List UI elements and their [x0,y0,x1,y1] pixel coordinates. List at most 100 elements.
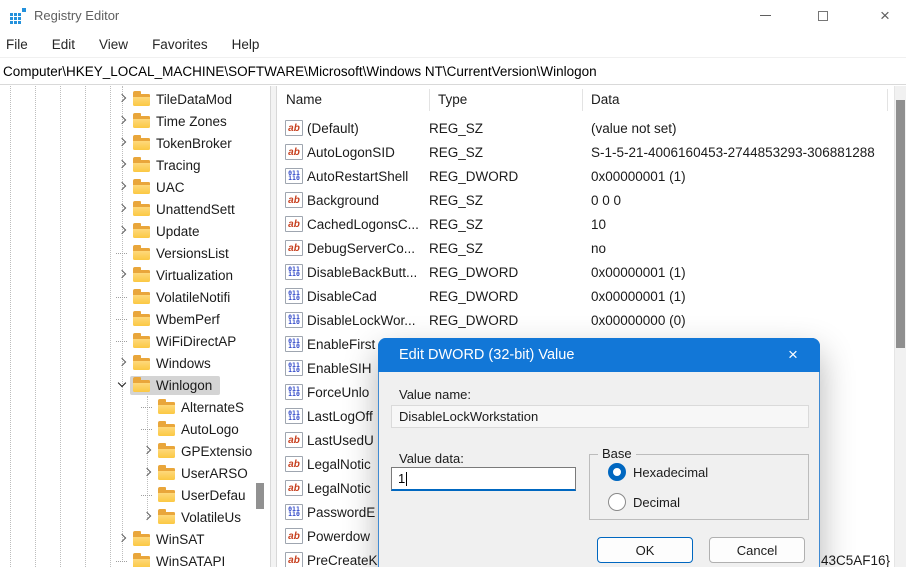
tree-item[interactable]: TokenBroker [116,132,240,154]
registry-value-row[interactable]: ab CachedLogonsC... REG_SZ 10 [277,212,894,236]
value-name-field[interactable]: DisableLockWorkstation [391,405,809,428]
tree-item[interactable]: UserDefau [141,484,254,506]
expand-chevron-icon[interactable] [116,198,130,220]
column-header-type[interactable]: Type [438,92,467,107]
radio-hexadecimal[interactable]: Hexadecimal [608,463,708,481]
expand-chevron-icon[interactable] [116,242,130,264]
tree-item-body[interactable]: TileDataMod [130,90,240,109]
tree-item[interactable]: GPExtensio [141,440,260,462]
expand-chevron-icon[interactable] [116,374,130,396]
expand-chevron-icon[interactable] [116,88,130,110]
registry-value-row[interactable]: ab (Default) REG_SZ (value not set) [277,116,894,140]
expand-chevron-icon[interactable] [141,462,155,484]
column-header-name[interactable]: Name [286,92,322,107]
tree-item[interactable]: WbemPerf [116,308,228,330]
tree-item-body[interactable]: WbemPerf [130,310,228,329]
registry-value-row[interactable]: 011 110 DisableLockWor... REG_DWORD 0x00… [277,308,894,332]
tree-item[interactable]: Virtualization [116,264,241,286]
menu-item-favorites[interactable]: Favorites [150,35,210,54]
expand-chevron-icon[interactable] [116,264,130,286]
minimize-button[interactable] [748,0,782,31]
ok-button[interactable]: OK [597,537,693,563]
value-data-input[interactable]: 1 [391,467,576,491]
tree-item[interactable]: Tracing [116,154,209,176]
tree-item[interactable]: AlternateS [141,396,252,418]
tree-item-body[interactable]: Winlogon [130,376,220,395]
maximize-button[interactable] [806,0,840,31]
expand-chevron-icon[interactable] [116,154,130,176]
menu-item-edit[interactable]: Edit [50,35,77,54]
tree-item[interactable]: VolatileUs [141,506,249,528]
tree-item[interactable]: UnattendSett [116,198,243,220]
tree-item[interactable]: WinSAT [116,528,213,550]
expand-chevron-icon[interactable] [141,396,155,418]
tree-item-body[interactable]: VolatileNotifi [130,288,238,307]
expand-chevron-icon[interactable] [116,308,130,330]
expand-chevron-icon[interactable] [116,110,130,132]
tree-item-body[interactable]: GPExtensio [155,442,260,461]
cancel-button[interactable]: Cancel [709,537,805,563]
tree-item-body[interactable]: Tracing [130,156,209,175]
menu-item-view[interactable]: View [97,35,130,54]
tree-item-body[interactable]: UserDefau [155,486,254,505]
tree-item-body[interactable]: WinSATAPI [130,552,233,567]
tree-item[interactable]: VersionsList [116,242,237,264]
registry-value-row[interactable]: 011 110 DisableCad REG_DWORD 0x00000001 … [277,284,894,308]
expand-chevron-icon[interactable] [116,330,130,352]
tree-item[interactable]: AutoLogo [141,418,247,440]
registry-value-row[interactable]: ab Background REG_SZ 0 0 0 [277,188,894,212]
tree-item[interactable]: TileDataMod [116,88,240,110]
tree-item-body[interactable]: UnattendSett [130,200,243,219]
expand-chevron-icon[interactable] [116,550,130,567]
tree-scrollbar-thumb[interactable] [256,483,264,509]
tree-item-body[interactable]: TokenBroker [130,134,240,153]
tree-item-body[interactable]: VolatileUs [155,508,249,527]
tree-item[interactable]: Winlogon [116,374,220,396]
expand-chevron-icon[interactable] [116,176,130,198]
tree-item[interactable]: Update [116,220,208,242]
expand-chevron-icon[interactable] [116,220,130,242]
expand-chevron-icon[interactable] [116,132,130,154]
tree-item[interactable]: UAC [116,176,193,198]
list-scrollbar-track[interactable] [894,86,906,567]
registry-value-row[interactable]: 011 110 DisableBackButt... REG_DWORD 0x0… [277,260,894,284]
tree-item-body[interactable]: WinSAT [130,530,213,549]
tree-item-body[interactable]: Time Zones [130,112,235,131]
menu-item-help[interactable]: Help [230,35,262,54]
tree-item[interactable]: Time Zones [116,110,235,132]
registry-value-row[interactable]: ab AutoLogonSID REG_SZ S-1-5-21-40061604… [277,140,894,164]
expand-chevron-icon[interactable] [116,286,130,308]
tree-item[interactable]: Windows [116,352,219,374]
tree-item-body[interactable]: Windows [130,354,219,373]
column-separator[interactable] [887,89,888,111]
close-button[interactable]: × [868,0,902,31]
list-scrollbar-thumb[interactable] [896,100,905,348]
registry-value-row[interactable]: 011 110 AutoRestartShell REG_DWORD 0x000… [277,164,894,188]
expand-chevron-icon[interactable] [116,528,130,550]
address-bar[interactable]: Computer\HKEY_LOCAL_MACHINE\SOFTWARE\Mic… [0,57,906,85]
dialog-close-button[interactable]: × [780,342,806,368]
registry-value-row[interactable]: ab DebugServerCo... REG_SZ no [277,236,894,260]
column-header-data[interactable]: Data [591,92,620,107]
tree-item[interactable]: WiFiDirectAP [116,330,244,352]
tree-item[interactable]: VolatileNotifi [116,286,238,308]
column-separator[interactable] [582,89,583,111]
menu-item-file[interactable]: File [4,35,30,54]
tree-item-body[interactable]: UserARSO [155,464,256,483]
tree-item[interactable]: UserARSO [141,462,256,484]
expand-chevron-icon[interactable] [141,484,155,506]
tree-item-body[interactable]: AlternateS [155,398,252,417]
expand-chevron-icon[interactable] [141,440,155,462]
tree-item-body[interactable]: UAC [130,178,193,197]
expand-chevron-icon[interactable] [116,352,130,374]
tree-item[interactable]: WinSATAPI [116,550,233,567]
radio-decimal[interactable]: Decimal [608,493,680,511]
expand-chevron-icon[interactable] [141,418,155,440]
expand-chevron-icon[interactable] [141,506,155,528]
tree-item-body[interactable]: AutoLogo [155,420,247,439]
pane-splitter[interactable] [270,86,277,567]
tree-item-body[interactable]: Virtualization [130,266,241,285]
tree-item-body[interactable]: WiFiDirectAP [130,332,244,351]
tree-item-body[interactable]: Update [130,222,208,241]
column-separator[interactable] [429,89,430,111]
